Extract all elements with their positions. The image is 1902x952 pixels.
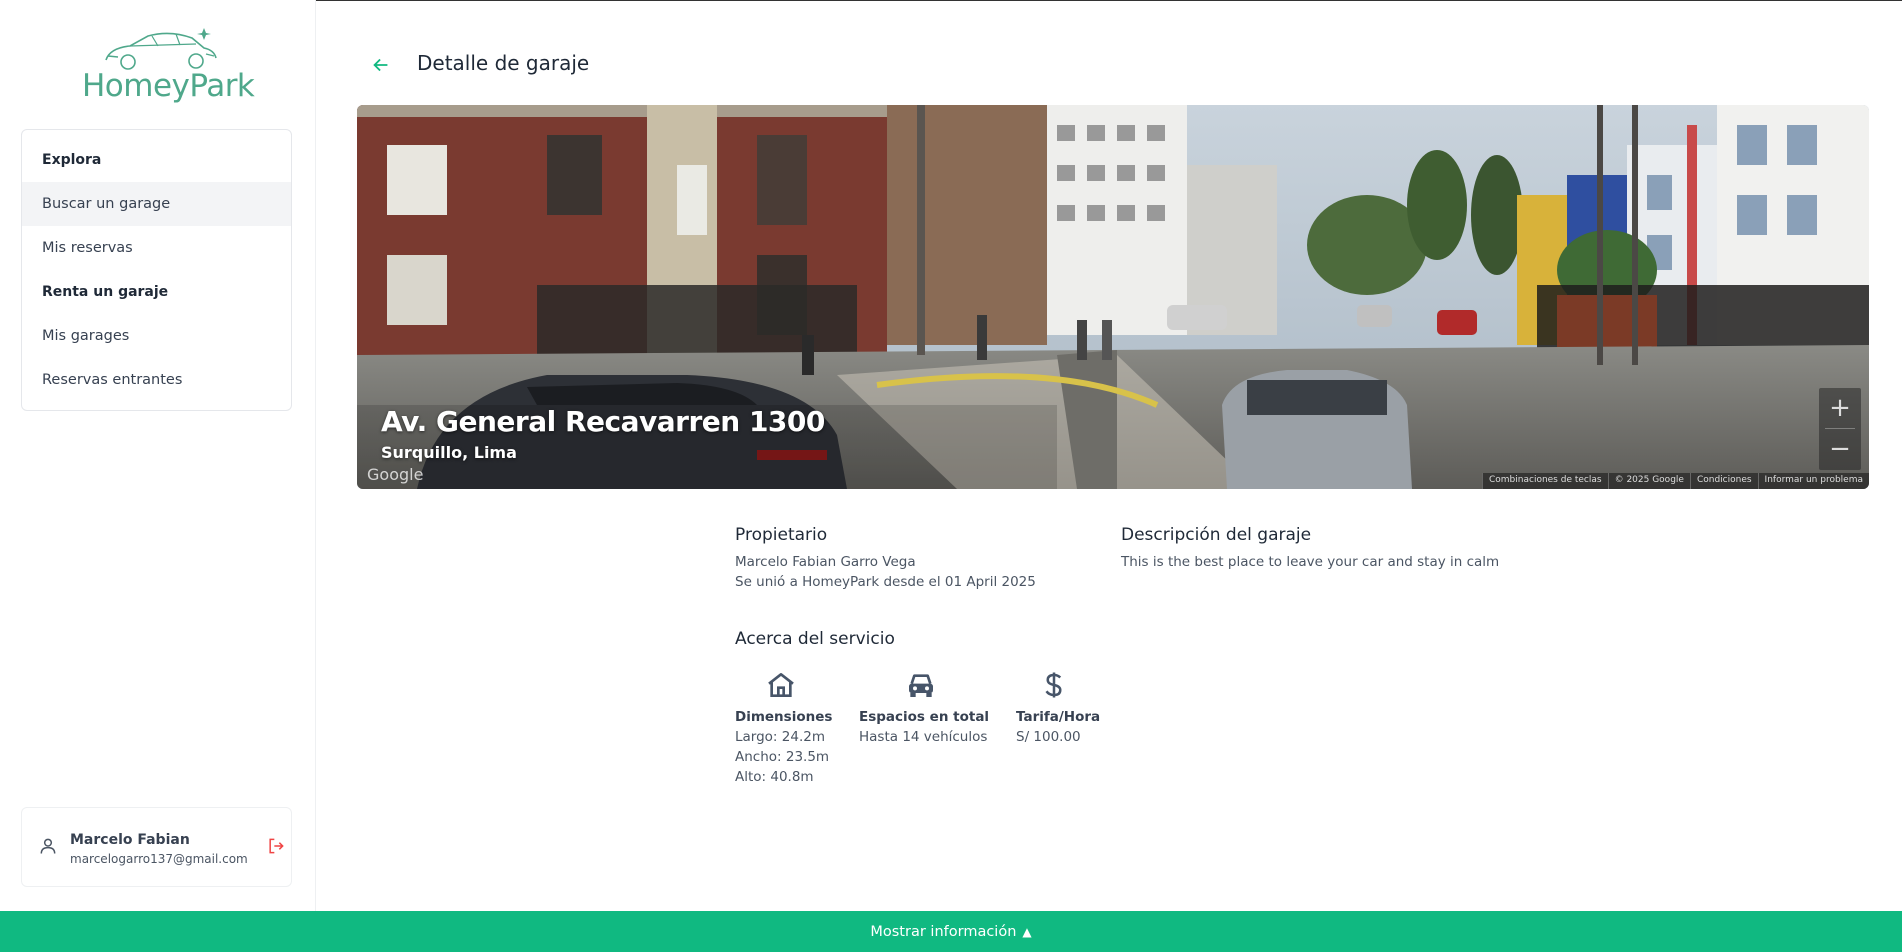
sidebar-item-mis-garages[interactable]: Mis garages — [22, 314, 291, 358]
street-view-panorama[interactable]: Av. General Recavarren 1300 Surquillo, L… — [357, 105, 1869, 489]
google-watermark: Google — [367, 465, 424, 484]
dollar-icon — [1045, 672, 1062, 698]
dimensions-length: Largo: 24.2m — [735, 729, 825, 745]
car-logo-icon — [105, 28, 217, 70]
sidebar-nav: Explora Buscar un garage Mis reservas Re… — [21, 129, 292, 411]
map-footer: Combinaciones de teclas © 2025 Google Co… — [1482, 473, 1869, 489]
rate-title: Tarifa/Hora — [1016, 709, 1101, 725]
user-icon — [40, 838, 56, 854]
sidebar-section-renta-garaje: Renta un garaje — [42, 284, 169, 300]
brand-logo[interactable]: HomeyPark — [78, 26, 255, 110]
zoom-control: + − — [1819, 388, 1861, 470]
sidebar-item-mis-reservas[interactable]: Mis reservas — [22, 226, 291, 270]
report-problem-link[interactable]: Informar un problema — [1757, 473, 1869, 489]
user-name: Marcelo Fabian — [70, 832, 190, 848]
spaces-text: Hasta 14 vehículos — [859, 729, 988, 745]
car-icon — [909, 674, 933, 697]
zoom-in-button[interactable]: + — [1819, 388, 1861, 428]
spaces-title: Espacios en total — [859, 709, 990, 725]
user-card: Marcelo Fabian marcelogarro137@gmail.com — [21, 807, 292, 887]
logo-text: HomeyPark — [82, 68, 255, 104]
dimensions-height: Alto: 40.8m — [735, 769, 814, 785]
show-info-bar[interactable]: Mostrar información ▲ — [0, 911, 1902, 952]
address-title: Av. General Recavarren 1300 — [381, 405, 825, 438]
owner-name: Marcelo Fabian Garro Vega — [735, 554, 916, 570]
terms-link[interactable]: Condiciones — [1689, 473, 1758, 489]
logout-icon[interactable] — [266, 836, 286, 856]
caret-up-icon: ▲ — [1022, 924, 1032, 939]
rate-text: S/ 100.00 — [1016, 729, 1081, 745]
owner-heading: Propietario — [735, 525, 828, 545]
keyboard-shortcuts-link[interactable]: Combinaciones de teclas — [1482, 473, 1608, 489]
sidebar-item-buscar-garage[interactable]: Buscar un garage — [22, 182, 291, 226]
home-icon — [768, 673, 794, 697]
service-heading: Acerca del servicio — [735, 629, 895, 649]
address-district: Surquillo, Lima — [381, 443, 517, 462]
sidebar: HomeyPark Explora Buscar un garage Mis r… — [0, 0, 316, 911]
sidebar-section-explora: Explora — [42, 152, 102, 168]
user-email: marcelogarro137@gmail.com — [70, 852, 248, 866]
dimensions-title: Dimensiones — [735, 709, 833, 725]
owner-joined: Se unió a HomeyPark desde el 01 April 20… — [735, 574, 1036, 590]
zoom-out-button[interactable]: − — [1819, 429, 1861, 469]
show-info-label: Mostrar información — [870, 923, 1017, 940]
description-heading: Descripción del garaje — [1121, 525, 1312, 545]
back-arrow-icon[interactable] — [370, 54, 392, 76]
sidebar-item-reservas-entrantes[interactable]: Reservas entrantes — [22, 358, 291, 402]
dimensions-width: Ancho: 23.5m — [735, 749, 830, 765]
copyright-text: © 2025 Google — [1607, 473, 1690, 489]
description-text: This is the best place to leave your car… — [1121, 554, 1500, 570]
page-title: Detalle de garaje — [417, 51, 590, 75]
